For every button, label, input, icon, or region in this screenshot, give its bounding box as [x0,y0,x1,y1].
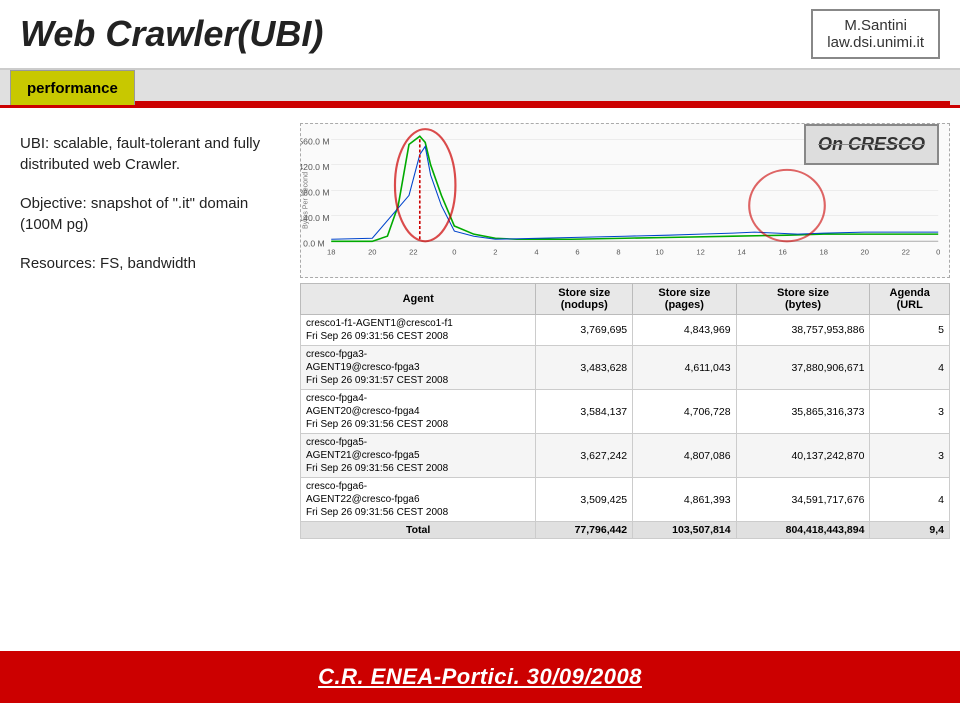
chart-area: 560.0 M 420.0 M 280.0 M 140.0 M 0.0 M By… [300,123,950,278]
right-panel: 560.0 M 420.0 M 280.0 M 140.0 M 0.0 M By… [290,118,960,641]
footer-agenda: 9,4 [870,522,950,539]
svg-text:16: 16 [778,248,786,257]
footer-bytes: 804,418,443,894 [736,522,870,539]
svg-text:4: 4 [534,248,538,257]
col-agenda: Agenda(URL [870,284,950,315]
svg-text:14: 14 [737,248,745,257]
svg-text:0: 0 [936,248,940,257]
svg-text:Bytes Per Second: Bytes Per Second [301,172,310,229]
cell-pages: 4,706,728 [633,390,736,434]
footer-pages: 103,507,814 [633,522,736,539]
cell-agent: cresco-fpga5-AGENT21@cresco-fpga5Fri Sep… [301,434,536,478]
svg-text:20: 20 [368,248,376,257]
cell-bytes: 34,591,717,676 [736,478,870,522]
svg-text:0.0 M: 0.0 M [303,239,325,249]
performance-table: Agent Store size(nodups) Store size(page… [300,283,950,539]
cell-bytes: 37,880,906,671 [736,346,870,390]
table-row: cresco-fpga3-AGENT19@cresco-fpga3Fri Sep… [301,346,950,390]
table-row: cresco-fpga5-AGENT21@cresco-fpga5Fri Sep… [301,434,950,478]
cell-agenda: 3 [870,390,950,434]
svg-text:2: 2 [493,248,497,257]
cell-agenda: 3 [870,434,950,478]
tab-bar: performance [0,70,960,108]
page-title: Web Crawler(UBI) [20,13,323,55]
svg-text:10: 10 [655,248,663,257]
footer-nodups: 77,796,442 [536,522,633,539]
page-header: Web Crawler(UBI) M.Santini law.dsi.unimi… [0,0,960,70]
resources-text: Resources: FS, bandwidth [20,253,270,274]
table-row: cresco1-f1-AGENT1@cresco1-f1Fri Sep 26 0… [301,315,950,346]
col-store-nodups: Store size(nodups) [536,284,633,315]
cell-pages: 4,611,043 [633,346,736,390]
author-box: M.Santini law.dsi.unimi.it [811,9,940,59]
cell-agent: cresco1-f1-AGENT1@cresco1-f1Fri Sep 26 0… [301,315,536,346]
cell-agent: cresco-fpga3-AGENT19@cresco-fpga3Fri Sep… [301,346,536,390]
cell-agent: cresco-fpga6-AGENT22@cresco-fpga6Fri Sep… [301,478,536,522]
left-panel: UBI: scalable, fault-tolerant and fully … [0,118,290,641]
cell-nodups: 3,627,242 [536,434,633,478]
svg-text:12: 12 [696,248,704,257]
table-row: cresco-fpga4-AGENT20@cresco-fpga4Fri Sep… [301,390,950,434]
cell-pages: 4,807,086 [633,434,736,478]
cell-pages: 4,861,393 [633,478,736,522]
objective-text: Objective: snapshot of ".it" domain (100… [20,193,270,235]
cell-agenda: 4 [870,346,950,390]
svg-text:22: 22 [902,248,910,257]
svg-text:0: 0 [452,248,456,257]
footer-label: Total [301,522,536,539]
svg-text:8: 8 [616,248,620,257]
cell-nodups: 3,483,628 [536,346,633,390]
description-text1: UBI: scalable, fault-tolerant and fully … [20,133,270,175]
main-content: UBI: scalable, fault-tolerant and fully … [0,108,960,651]
tab-performance[interactable]: performance [10,70,135,105]
svg-text:18: 18 [820,248,828,257]
cell-nodups: 3,584,137 [536,390,633,434]
cell-nodups: 3,509,425 [536,478,633,522]
table-row: cresco-fpga6-AGENT22@cresco-fpga6Fri Sep… [301,478,950,522]
cell-nodups: 3,769,695 [536,315,633,346]
svg-text:20: 20 [861,248,869,257]
col-agent: Agent [301,284,536,315]
cell-agenda: 4 [870,478,950,522]
author-line1: M.Santini [827,17,924,34]
svg-text:18: 18 [327,248,335,257]
cell-agenda: 5 [870,315,950,346]
author-line2: law.dsi.unimi.it [827,34,924,51]
svg-text:560.0 M: 560.0 M [301,137,330,147]
col-store-pages: Store size(pages) [633,284,736,315]
cell-agent: cresco-fpga4-AGENT20@cresco-fpga4Fri Sep… [301,390,536,434]
page-footer: C.R. ENEA-Portici. 30/09/2008 [0,651,960,703]
cell-bytes: 40,137,242,870 [736,434,870,478]
svg-text:420.0 M: 420.0 M [301,162,330,172]
cell-bytes: 38,757,953,886 [736,315,870,346]
on-cresco-label: On CRESCO [804,124,939,165]
svg-text:22: 22 [409,248,417,257]
footer-text: C.R. ENEA-Portici. 30/09/2008 [318,664,642,690]
col-store-bytes: Store size(bytes) [736,284,870,315]
cell-pages: 4,843,969 [633,315,736,346]
svg-text:6: 6 [575,248,579,257]
cell-bytes: 35,865,316,373 [736,390,870,434]
